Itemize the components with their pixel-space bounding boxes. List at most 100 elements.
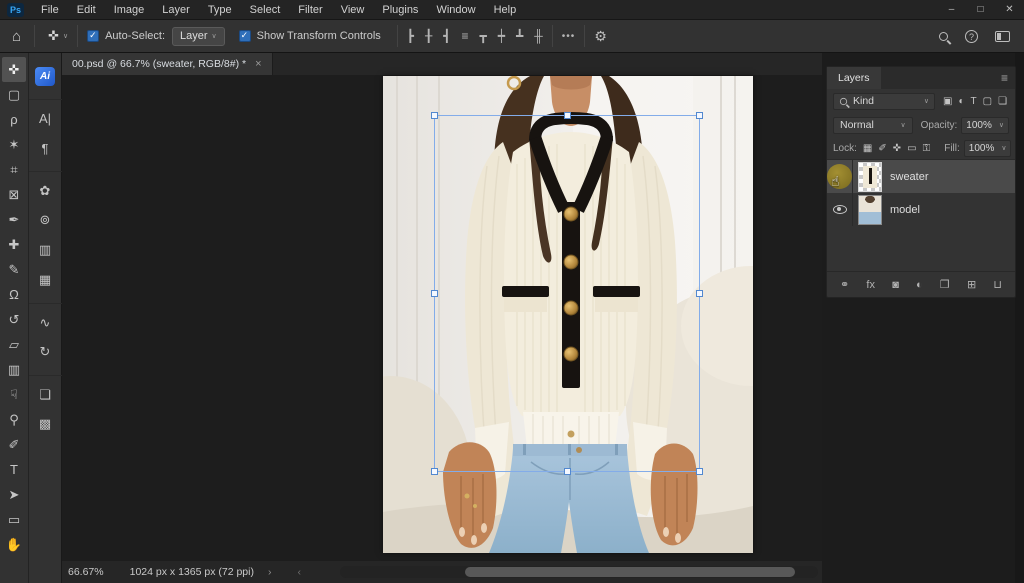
character-panel[interactable]: A| xyxy=(29,99,62,133)
new-group-icon[interactable]: ❐ xyxy=(940,278,950,291)
align-right-icon[interactable]: ┫ xyxy=(443,29,450,43)
lock-all-icon[interactable]: ⚿ xyxy=(923,143,931,154)
transform-handle[interactable] xyxy=(696,468,703,475)
transform-handle[interactable] xyxy=(564,468,571,475)
minimize-button[interactable]: – xyxy=(937,0,966,20)
scroll-left-icon[interactable]: ‹ xyxy=(297,566,301,578)
layer-thumbnail[interactable] xyxy=(858,195,882,225)
transform-handle[interactable] xyxy=(431,290,438,297)
gear-icon[interactable]: ⚙ xyxy=(594,28,607,45)
layer-name[interactable]: sweater xyxy=(890,171,929,183)
transform-box[interactable] xyxy=(434,115,700,472)
lock-artboard-icon[interactable]: ▭ xyxy=(907,143,916,154)
brush-tool[interactable]: ✎ xyxy=(2,257,26,282)
new-layer-icon[interactable]: ⊞ xyxy=(967,278,976,291)
filter-shape-icon[interactable]: ▢ xyxy=(983,96,992,107)
dodge-tool[interactable]: ⚲ xyxy=(2,407,26,432)
transform-handle[interactable] xyxy=(696,290,703,297)
help-icon[interactable]: ? xyxy=(965,30,978,43)
transform-handle[interactable] xyxy=(431,112,438,119)
path-selection-tool[interactable]: ➤ xyxy=(2,482,26,507)
frame-tool[interactable]: ⊠ xyxy=(2,182,26,207)
libraries-panel[interactable]: ❏ xyxy=(29,375,62,409)
crop-tool[interactable]: ⌗ xyxy=(2,157,26,182)
filter-type-icon[interactable]: T xyxy=(971,96,977,107)
clone-stamp-tool[interactable]: Ω xyxy=(2,282,26,307)
filter-pixel-icon[interactable]: ▣ xyxy=(943,96,952,107)
eraser-tool[interactable]: ▱ xyxy=(2,332,26,357)
visibility-toggle[interactable]: ☝ xyxy=(827,193,853,226)
hand-tool[interactable]: ✋ xyxy=(2,532,26,557)
lasso-tool[interactable]: ρ xyxy=(2,107,26,132)
marquee-tool[interactable]: ▢ xyxy=(2,82,26,107)
align-bottom-icon[interactable]: ┻ xyxy=(516,29,523,43)
layer-mask-icon[interactable]: ◙ xyxy=(892,279,899,291)
status-chevron-icon[interactable]: › xyxy=(268,566,272,578)
menu-item[interactable]: Select xyxy=(241,0,290,20)
color-panel[interactable]: ✿ xyxy=(29,171,62,205)
visibility-toggle[interactable]: ☝ xyxy=(827,160,853,193)
filter-adjustment-icon[interactable]: ◐ xyxy=(958,96,964,107)
blend-mode-dropdown[interactable]: Normal ∨ xyxy=(833,117,913,134)
horizontal-scrollbar-thumb[interactable] xyxy=(465,567,795,577)
transform-handle[interactable] xyxy=(431,468,438,475)
lock-position-icon[interactable]: ✜ xyxy=(893,143,901,154)
transform-handle[interactable] xyxy=(564,112,571,119)
filter-smart-object-icon[interactable]: ❏ xyxy=(998,96,1007,107)
rectangle-tool[interactable]: ▭ xyxy=(2,507,26,532)
magic-wand-tool[interactable]: ✶ xyxy=(2,132,26,157)
tab-layers[interactable]: Layers xyxy=(827,67,881,89)
link-layers-icon[interactable]: ⚭ xyxy=(840,278,849,291)
pen-tool[interactable]: ✐ xyxy=(2,432,26,457)
menu-item[interactable]: Layer xyxy=(153,0,199,20)
menu-item[interactable]: Help xyxy=(485,0,526,20)
menu-item[interactable]: File xyxy=(32,0,68,20)
menu-item[interactable]: View xyxy=(332,0,374,20)
adjustments-panel[interactable]: ▩ xyxy=(29,409,62,439)
show-transform-checkbox[interactable] xyxy=(239,30,251,42)
menu-item[interactable]: Image xyxy=(105,0,154,20)
history-brush-tool[interactable]: ↺ xyxy=(2,307,26,332)
eyedropper-tool[interactable]: ✒ xyxy=(2,207,26,232)
layer-name[interactable]: model xyxy=(890,204,920,216)
home-icon[interactable]: ⌂ xyxy=(12,28,21,45)
menu-item[interactable]: Plugins xyxy=(373,0,427,20)
align-top-icon[interactable]: ┳ xyxy=(480,29,487,43)
healing-brush-tool[interactable]: ✚ xyxy=(2,232,26,257)
menu-item[interactable]: Type xyxy=(199,0,241,20)
align-center-v-icon[interactable]: ┿ xyxy=(498,29,505,43)
chevron-down-icon[interactable]: ∨ xyxy=(63,32,68,40)
workspace-icon[interactable] xyxy=(995,31,1010,42)
move-tool-icon[interactable]: ✜ xyxy=(48,28,59,44)
document-tab[interactable]: 00.psd @ 66.7% (sweater, RGB/8#) * × xyxy=(62,53,273,75)
layer-effects-icon[interactable]: fx xyxy=(866,279,875,291)
gradient-tool[interactable]: ▥ xyxy=(2,357,26,382)
zoom-level[interactable]: 66.67% xyxy=(68,566,104,578)
menu-item[interactable]: Filter xyxy=(289,0,331,20)
ai-panel[interactable]: Ai xyxy=(29,61,62,91)
auto-select-target-dropdown[interactable]: Layer ∨ xyxy=(172,27,225,46)
transform-handle[interactable] xyxy=(696,112,703,119)
move-tool[interactable]: ✜ xyxy=(2,57,26,82)
patterns-panel[interactable]: ▦ xyxy=(29,265,62,295)
distribute-v-icon[interactable]: ╫ xyxy=(534,29,543,43)
more-options-icon[interactable]: ••• xyxy=(562,31,576,42)
fill-dropdown[interactable]: 100% ∨ xyxy=(964,140,1012,157)
menu-item[interactable]: Edit xyxy=(68,0,105,20)
align-center-h-icon[interactable]: ╂ xyxy=(425,29,432,43)
paragraph-panel[interactable]: ¶ xyxy=(29,133,62,163)
auto-select-checkbox[interactable] xyxy=(87,30,99,42)
align-left-icon[interactable]: ┣ xyxy=(407,29,414,43)
delete-layer-icon[interactable]: ⊔ xyxy=(993,278,1002,291)
smudge-tool[interactable]: ☟ xyxy=(2,382,26,407)
panel-menu-icon[interactable]: ≡ xyxy=(1001,71,1008,85)
paths-panel[interactable]: ∿ xyxy=(29,303,62,337)
close-tab-icon[interactable]: × xyxy=(255,58,261,70)
adjustment-layer-icon[interactable]: ◐ xyxy=(916,279,923,291)
lock-transparency-icon[interactable]: ▦ xyxy=(863,143,872,154)
filter-kind-dropdown[interactable]: Kind ∨ xyxy=(833,93,935,110)
swatches-panel[interactable]: ⊚ xyxy=(29,205,62,235)
menu-item[interactable]: Window xyxy=(427,0,484,20)
gradients-panel[interactable]: ▥ xyxy=(29,235,62,265)
type-tool[interactable]: T xyxy=(2,457,26,482)
